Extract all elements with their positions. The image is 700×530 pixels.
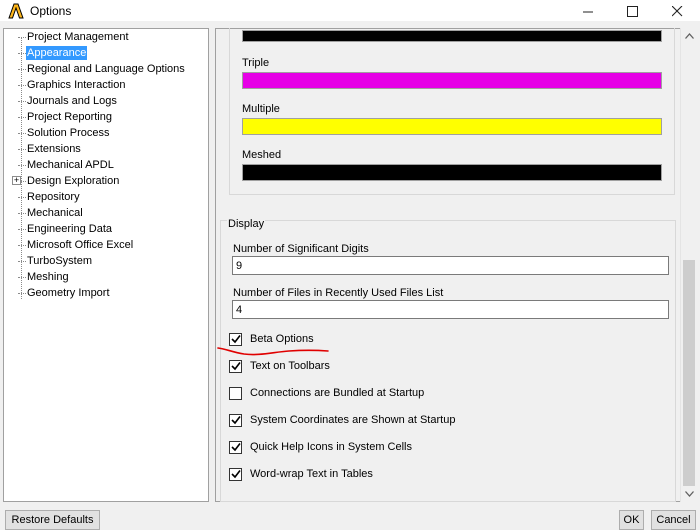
checkbox-checked[interactable] (229, 467, 242, 481)
bottom-button-bar (0, 508, 700, 530)
restore-defaults-button[interactable]: Restore Defaults (5, 510, 100, 530)
checkmark-icon (230, 416, 241, 425)
window-title: Options (30, 4, 72, 18)
tree-item[interactable]: Mechanical (26, 206, 84, 220)
tree-connector-tick (18, 69, 26, 70)
recent-files-input[interactable] (232, 300, 669, 319)
tree-connector-tick (18, 277, 26, 278)
tree-item[interactable]: Solution Process (26, 126, 111, 140)
tree-connector-tick (18, 133, 26, 134)
tree-item[interactable]: Appearance (26, 46, 88, 60)
maximize-button[interactable] (610, 0, 654, 22)
tree-item[interactable]: Graphics Interaction (26, 78, 126, 92)
color-option-label: Meshed (242, 149, 282, 161)
tree-connector-tick (18, 229, 26, 230)
tree-connector-tick (18, 149, 26, 150)
tree-connector-tick (18, 37, 26, 38)
color-option-label: Multiple (242, 103, 280, 115)
ansys-logo-icon (8, 3, 24, 19)
significant-digits-label: Number of Significant Digits (233, 243, 369, 255)
tree-connector-tick (18, 85, 26, 86)
checkbox-option[interactable]: Text on Toolbars (229, 358, 330, 374)
checkmark-icon (230, 470, 241, 479)
tree-item[interactable]: Engineering Data (26, 222, 113, 236)
tree-connector-line (21, 37, 22, 299)
checkbox-checked[interactable] (229, 440, 242, 454)
checkbox-label: Text on Toolbars (250, 360, 330, 372)
tree-item[interactable]: Repository (26, 190, 81, 204)
checkbox-checked[interactable] (229, 413, 242, 427)
minimize-button[interactable] (566, 0, 610, 22)
checkbox-label: Word-wrap Text in Tables (250, 468, 373, 480)
color-swatch-button[interactable] (242, 164, 662, 181)
tree-connector-tick (18, 245, 26, 246)
maximize-icon (626, 5, 638, 17)
chevron-down-icon (684, 491, 694, 497)
tree-connector-tick (18, 165, 26, 166)
tree-item[interactable]: Mechanical APDL (26, 158, 115, 172)
tree-connector-tick (18, 117, 26, 118)
tree-item[interactable]: Design Exploration (26, 174, 120, 188)
checkbox-label: Beta Options (250, 333, 314, 345)
checkbox-checked[interactable] (229, 332, 242, 346)
checkbox-option[interactable]: Connections are Bundled at Startup (229, 385, 424, 401)
recent-files-label: Number of Files in Recently Used Files L… (233, 287, 444, 299)
checkbox-option[interactable]: System Coordinates are Shown at Startup (229, 412, 455, 428)
tree-item[interactable]: Meshing (26, 270, 70, 284)
tree-item[interactable]: TurboSystem (26, 254, 93, 268)
color-swatch-button[interactable] (242, 72, 662, 89)
tree-item[interactable]: Extensions (26, 142, 82, 156)
color-option-label: Triple (242, 57, 270, 69)
scroll-up-arrow[interactable] (681, 28, 697, 44)
minimize-icon (582, 11, 593, 12)
tree-item[interactable]: Project Reporting (26, 110, 113, 124)
tree-connector-tick (18, 261, 26, 262)
tree-connector-tick (18, 213, 26, 214)
tree-connector-tick (18, 197, 26, 198)
tree-connector-tick (18, 293, 26, 294)
checkbox-checked[interactable] (229, 359, 242, 373)
expand-plus-icon[interactable]: + (12, 176, 21, 185)
tree-connector-tick (18, 53, 26, 54)
checkmark-icon (230, 362, 241, 371)
tree-item[interactable]: Geometry Import (26, 286, 111, 300)
content-scrollbar[interactable] (680, 28, 696, 502)
checkbox-label: Connections are Bundled at Startup (250, 387, 425, 399)
checkbox-unchecked[interactable] (229, 386, 242, 400)
checkbox-label: Quick Help Icons in System Cells (250, 441, 412, 453)
close-icon (671, 5, 682, 16)
scroll-thumb[interactable] (683, 260, 695, 486)
cancel-button[interactable]: Cancel (651, 510, 696, 530)
ok-button[interactable]: OK (619, 510, 644, 530)
checkbox-label: System Coordinates are Shown at Startup (250, 414, 456, 426)
display-group-title: Display (227, 218, 266, 230)
checkbox-option[interactable]: Word-wrap Text in Tables (229, 466, 373, 482)
color-swatch-button[interactable] (242, 30, 662, 42)
tree-item[interactable]: Journals and Logs (26, 94, 118, 108)
color-swatch-button[interactable] (242, 118, 662, 135)
checkbox-option[interactable]: Quick Help Icons in System Cells (229, 439, 412, 455)
close-button[interactable] (655, 0, 699, 22)
tree-item[interactable]: Microsoft Office Excel (26, 238, 134, 252)
significant-digits-input[interactable] (232, 256, 669, 275)
checkbox-option[interactable]: Beta Options (229, 331, 314, 347)
checkmark-icon (230, 335, 241, 344)
title-bar: Options (0, 0, 700, 22)
tree-item[interactable]: Project Management (26, 30, 130, 44)
scroll-down-arrow[interactable] (681, 486, 697, 502)
checkmark-icon (230, 443, 241, 452)
tree-item[interactable]: Regional and Language Options (26, 62, 186, 76)
chevron-up-icon (684, 33, 694, 39)
tree-connector-tick (18, 101, 26, 102)
